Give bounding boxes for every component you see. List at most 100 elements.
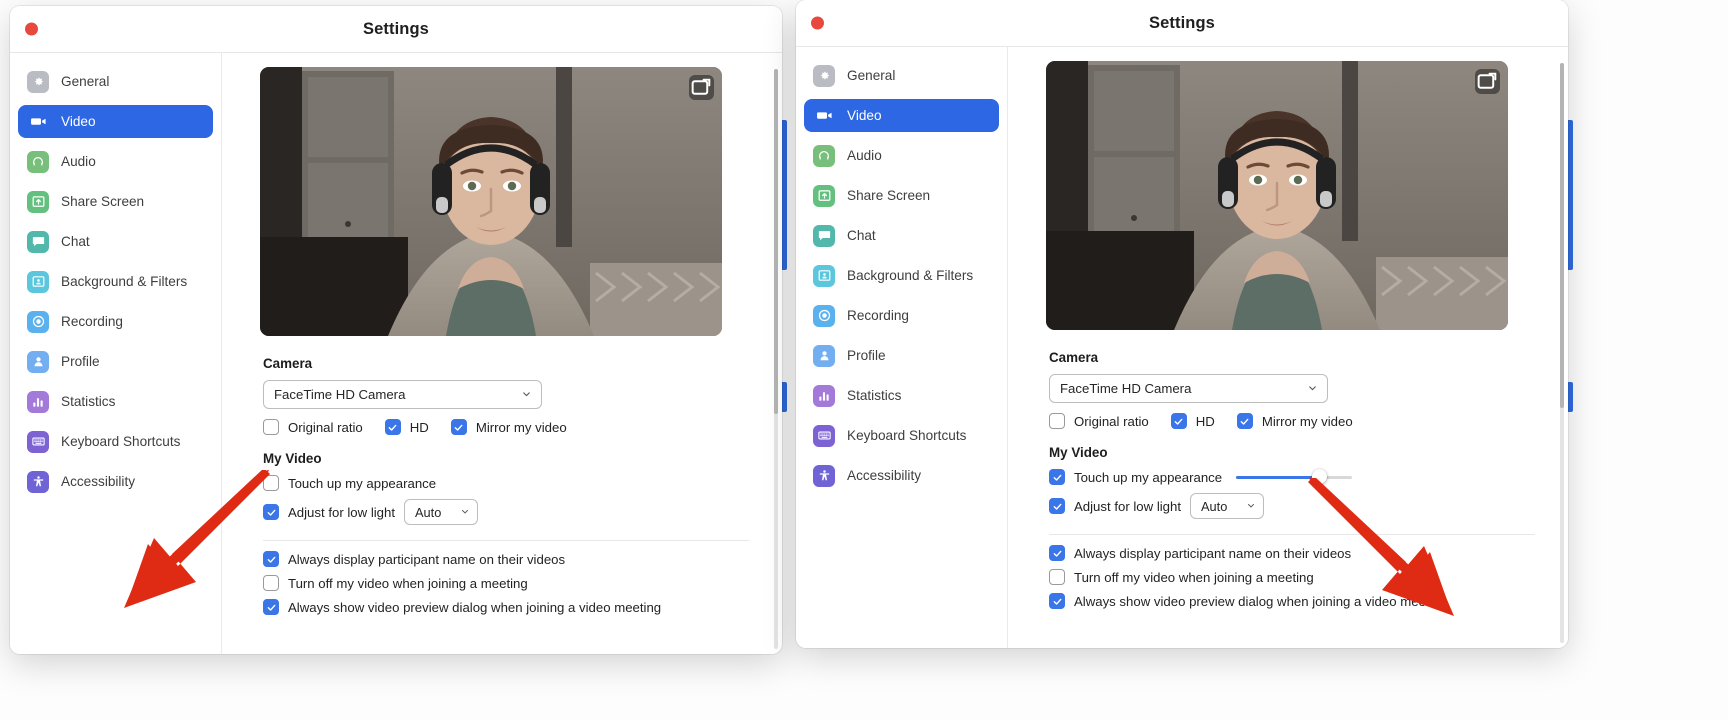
checkbox-always-display-participant-name[interactable]: Always display participant name on their… xyxy=(263,551,565,567)
sidebar-item-recording[interactable]: Recording xyxy=(804,299,999,332)
sidebar-item-share-screen[interactable]: Share Screen xyxy=(804,179,999,212)
sidebar-item-profile[interactable]: Profile xyxy=(18,345,213,378)
sidebar-item-background-filters[interactable]: Background & Filters xyxy=(18,265,213,298)
sidebar-item-label: Chat xyxy=(847,228,876,243)
sidebar-item-chat[interactable]: Chat xyxy=(804,219,999,252)
checkbox-box[interactable] xyxy=(1236,413,1253,429)
vertical-scrollbar[interactable] xyxy=(1560,63,1564,643)
sidebar-item-keyboard-shortcuts[interactable]: Keyboard Shortcuts xyxy=(804,419,999,452)
checkbox-box[interactable] xyxy=(1049,545,1065,561)
page-title: Settings xyxy=(363,19,429,38)
bar-chart-icon xyxy=(27,390,49,413)
video-settings-pane: Camera FaceTime HD Camera Original ratio… xyxy=(222,53,782,654)
checkbox-label: HD xyxy=(409,419,429,435)
close-button[interactable] xyxy=(811,16,824,30)
touch-up-intensity-slider[interactable] xyxy=(1236,469,1353,485)
settings-window-before: Settings General Video Audio Share Scree… xyxy=(10,6,782,654)
headphones-icon xyxy=(27,150,49,173)
checkbox-adjust-for-low-light[interactable]: Adjust for low light xyxy=(263,504,395,520)
checkbox-always-show-video-preview-dialog[interactable]: Always show video preview dialog when jo… xyxy=(1049,593,1447,609)
checkbox-always-display-participant-name[interactable]: Always display participant name on their… xyxy=(1049,545,1351,561)
picture-in-picture-icon[interactable] xyxy=(1475,69,1500,94)
camera-heading: Camera xyxy=(263,356,313,371)
sidebar-item-general[interactable]: General xyxy=(804,59,999,92)
camera-select-value: FaceTime HD Camera xyxy=(1060,381,1192,396)
sidebar-item-label: Statistics xyxy=(847,388,902,403)
sidebar-item-keyboard-shortcuts[interactable]: Keyboard Shortcuts xyxy=(18,425,213,458)
checkbox-always-show-video-preview-dialog[interactable]: Always show video preview dialog when jo… xyxy=(263,599,661,615)
low-light-mode-select[interactable]: Auto xyxy=(1190,493,1265,519)
picture-in-picture-icon[interactable] xyxy=(689,75,714,100)
close-button[interactable] xyxy=(25,22,38,36)
checkbox-mirror-my-video[interactable]: Mirror my video xyxy=(450,419,567,435)
checkbox-original-ratio[interactable]: Original ratio xyxy=(263,419,363,435)
checkbox-box[interactable] xyxy=(263,475,279,491)
checkbox-box[interactable] xyxy=(1170,413,1187,429)
checkbox-original-ratio[interactable]: Original ratio xyxy=(1049,413,1149,429)
checkbox-label: Always show video preview dialog when jo… xyxy=(288,599,662,615)
sidebar-item-background-filters[interactable]: Background & Filters xyxy=(804,259,999,292)
checkbox-label: Mirror my video xyxy=(475,419,567,435)
checkbox-mirror-my-video[interactable]: Mirror my video xyxy=(1236,413,1353,429)
checkbox-label: Adjust for low light xyxy=(1074,498,1182,514)
checkbox-label: Touch up my appearance xyxy=(288,475,437,491)
sidebar-item-recording[interactable]: Recording xyxy=(18,305,213,338)
low-light-row: Adjust for low light Auto xyxy=(263,499,752,525)
sidebar-item-video[interactable]: Video xyxy=(804,99,999,132)
sidebar-item-share-screen[interactable]: Share Screen xyxy=(18,185,213,218)
person-frame-icon xyxy=(813,264,835,287)
camera-select[interactable]: FaceTime HD Camera xyxy=(263,380,542,409)
checkbox-box[interactable] xyxy=(1049,413,1065,429)
checkbox-turn-off-my-video-when-joining[interactable]: Turn off my video when joining a meeting xyxy=(263,575,528,591)
video-preview xyxy=(1046,61,1508,330)
sidebar-item-audio[interactable]: Audio xyxy=(804,139,999,172)
checkbox-hd[interactable]: HD xyxy=(1170,413,1215,429)
checkbox-box[interactable] xyxy=(1049,569,1065,585)
sidebar: General Video Audio Share Screen Chat Ba… xyxy=(10,53,222,654)
person-icon xyxy=(813,344,835,367)
checkbox-box[interactable] xyxy=(1049,469,1065,485)
scrollbar-thumb[interactable] xyxy=(774,69,778,414)
sidebar-item-label: Audio xyxy=(61,154,96,169)
video-preview-image xyxy=(1046,61,1508,330)
sidebar-item-label: Background & Filters xyxy=(847,268,974,283)
checkbox-hd[interactable]: HD xyxy=(384,419,429,435)
camera-select[interactable]: FaceTime HD Camera xyxy=(1049,374,1328,403)
chevron-down-icon xyxy=(460,505,470,520)
touch-up-row: Touch up my appearance xyxy=(1049,469,1538,485)
checkbox-touch-up-my-appearance[interactable]: Touch up my appearance xyxy=(1049,469,1222,485)
sidebar-item-statistics[interactable]: Statistics xyxy=(18,385,213,418)
checkbox-box[interactable] xyxy=(263,575,279,591)
sidebar-item-chat[interactable]: Chat xyxy=(18,225,213,258)
low-light-mode-select[interactable]: Auto xyxy=(404,499,479,525)
sidebar-item-profile[interactable]: Profile xyxy=(804,339,999,372)
scrollbar-thumb[interactable] xyxy=(1560,63,1564,408)
sidebar-item-general[interactable]: General xyxy=(18,65,213,98)
sidebar-item-audio[interactable]: Audio xyxy=(18,145,213,178)
low-light-mode-value: Auto xyxy=(1201,498,1228,514)
checkbox-turn-off-my-video-when-joining[interactable]: Turn off my video when joining a meeting xyxy=(1049,569,1314,585)
checkbox-box[interactable] xyxy=(263,599,279,615)
checkbox-box[interactable] xyxy=(1049,498,1065,514)
vertical-scrollbar[interactable] xyxy=(774,69,778,649)
checkbox-box[interactable] xyxy=(384,419,401,435)
checkbox-adjust-for-low-light[interactable]: Adjust for low light xyxy=(1049,498,1181,514)
checkbox-label: Original ratio xyxy=(288,419,363,435)
sidebar-item-accessibility[interactable]: Accessibility xyxy=(804,459,999,492)
sidebar-item-label: Recording xyxy=(61,314,123,329)
checkbox-box[interactable] xyxy=(263,551,279,567)
checkbox-box[interactable] xyxy=(263,419,279,435)
video-camera-icon xyxy=(27,111,49,133)
gear-icon xyxy=(813,64,835,87)
sidebar-item-video[interactable]: Video xyxy=(18,105,213,138)
slider-knob[interactable] xyxy=(1312,469,1328,484)
sidebar-item-accessibility[interactable]: Accessibility xyxy=(18,465,213,498)
touch-up-row: Touch up my appearance xyxy=(263,475,752,491)
checkbox-box[interactable] xyxy=(1049,593,1065,609)
checkbox-touch-up-my-appearance[interactable]: Touch up my appearance xyxy=(263,475,436,491)
checkbox-box[interactable] xyxy=(450,419,467,435)
checkbox-label: Mirror my video xyxy=(1261,413,1353,429)
video-settings-pane: Camera FaceTime HD Camera Original ratio… xyxy=(1008,47,1568,648)
sidebar-item-statistics[interactable]: Statistics xyxy=(804,379,999,412)
checkbox-box[interactable] xyxy=(263,504,279,520)
